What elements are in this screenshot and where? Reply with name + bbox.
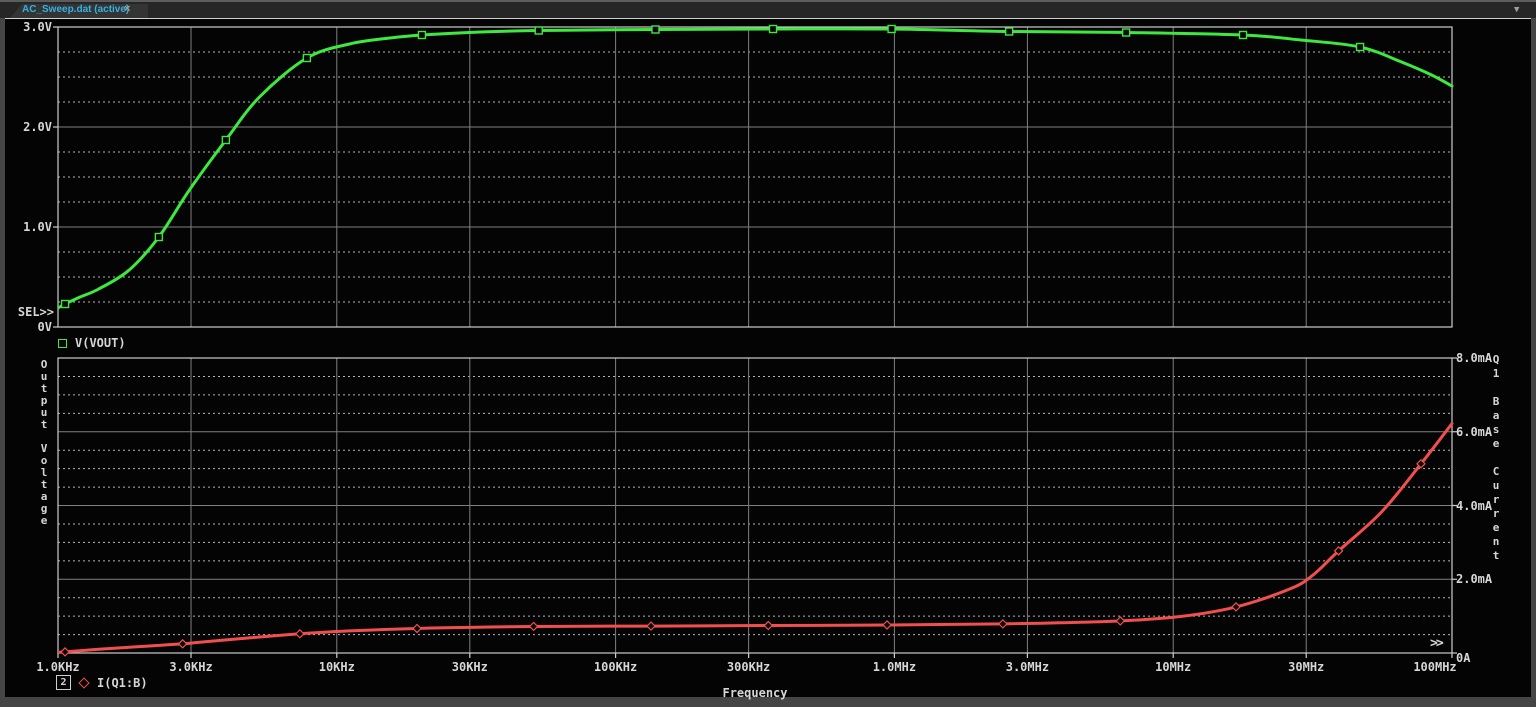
legend-vout-label: V(VOUT) [75,336,126,350]
x-axis-title: Frequency [695,686,815,700]
sel-indicator: SEL>> [10,305,54,319]
legend-ib-label: I(Q1:B) [97,676,148,690]
plot-client-area[interactable] [5,18,1531,697]
left-axis-title: OutputVoltage [38,359,50,527]
plot-number-badge: 2 [56,675,71,690]
more-data-indicator: >> [1430,636,1442,651]
trace-square-symbol [58,339,67,348]
tab-close-icon[interactable]: × [124,3,130,15]
pspice-plot-window: AC_Sweep.dat (active) × ▼ 3.0V2.0V1.0V0V… [0,0,1536,707]
tab-bar: AC_Sweep.dat (active) × ▼ [0,0,1536,18]
right-axis-title: Q1BaseCurrent [1490,353,1502,563]
legend-ib[interactable]: 2 I(Q1:B) [56,675,148,690]
trace-diamond-symbol [78,677,89,688]
tab-title: AC_Sweep.dat (active) [22,4,129,15]
legend-vout[interactable]: V(VOUT) [58,336,126,350]
chevron-down-icon[interactable]: ▼ [1514,5,1519,15]
